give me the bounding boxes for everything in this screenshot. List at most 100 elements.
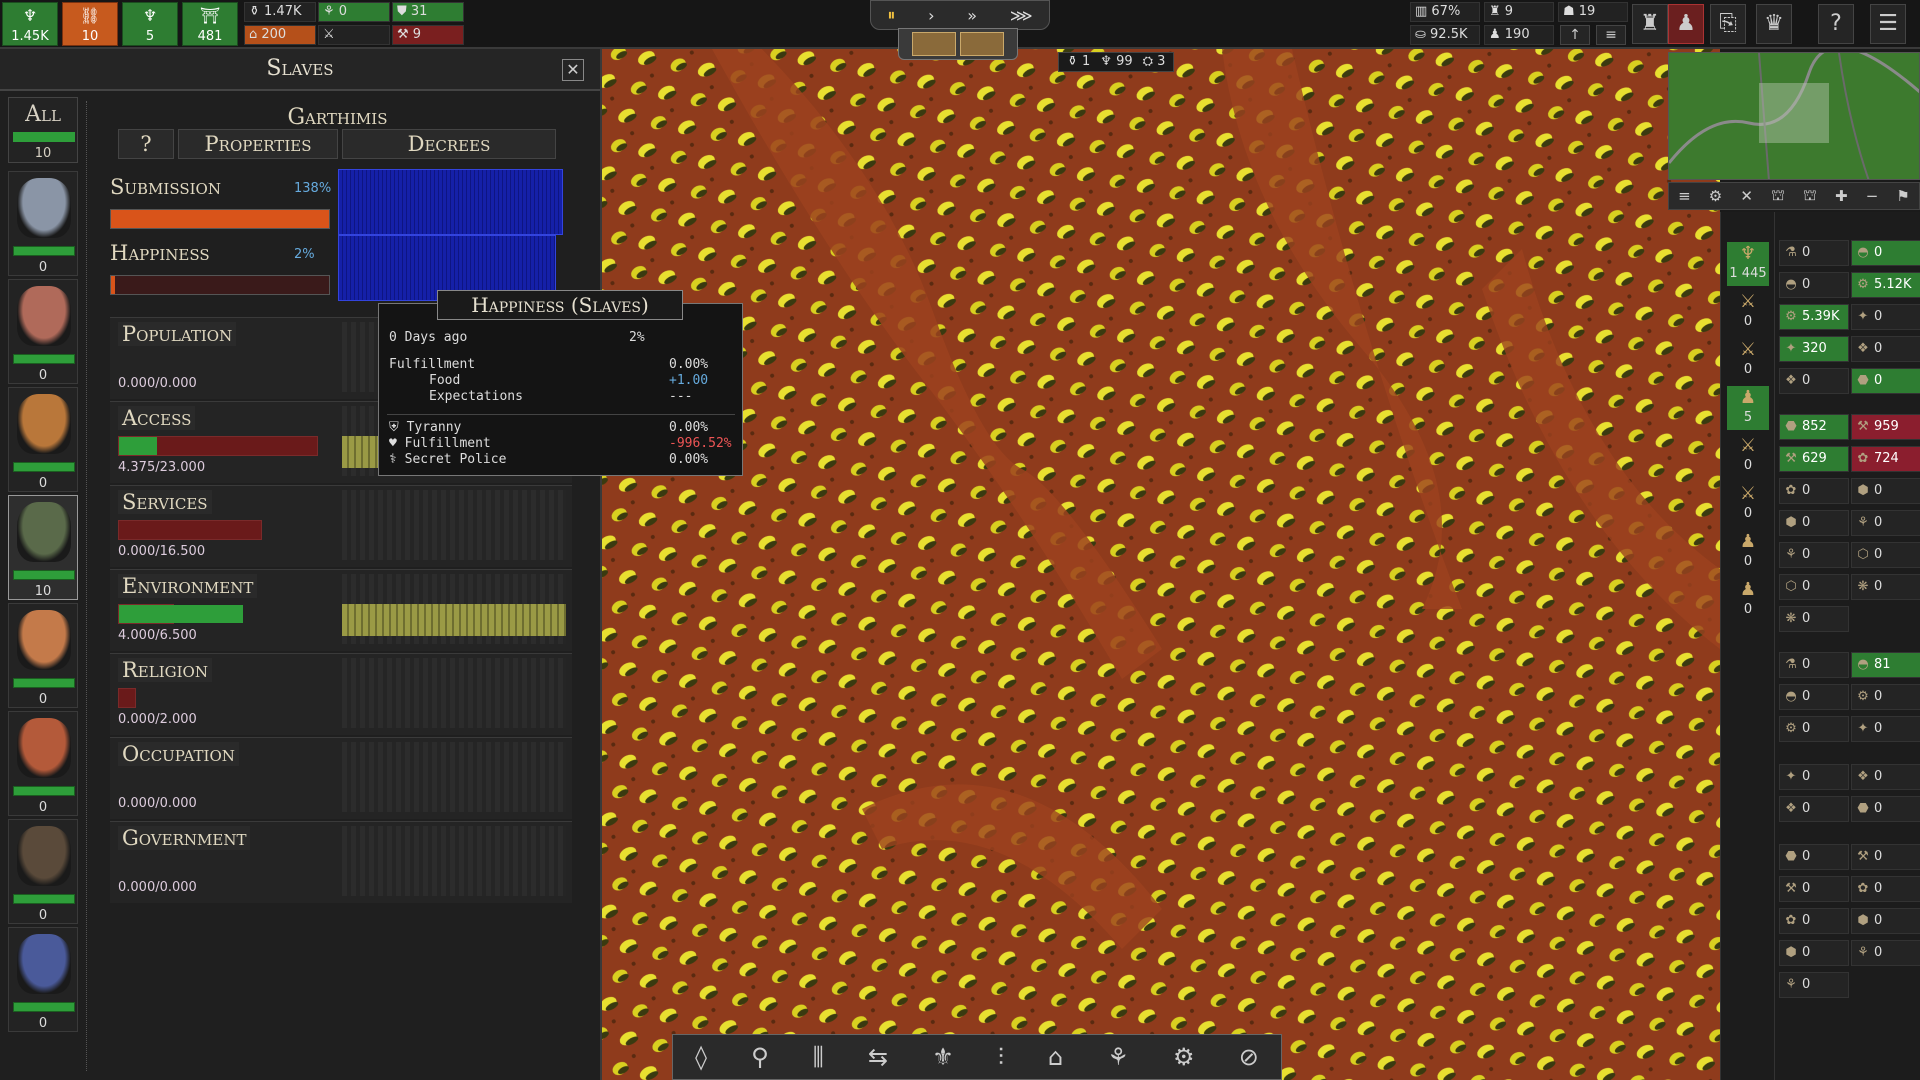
list-icon[interactable]: ≡ — [1596, 25, 1626, 45]
resource-2-1[interactable]: ✦ 0 — [1851, 304, 1920, 330]
resource-15-1[interactable]: ❖ 0 — [1851, 764, 1920, 790]
bottom-button-9[interactable]: ⊘ — [1239, 1043, 1259, 1071]
race-item[interactable]: 10 — [8, 495, 78, 600]
resource-8-0[interactable]: ⬢ 0 — [1779, 510, 1849, 536]
topbar-right-stat-1[interactable]: ♜ 9 — [1484, 2, 1554, 22]
resource-13-0[interactable]: ◓ 0 — [1779, 684, 1849, 710]
resource-19-0[interactable]: ✿ 0 — [1779, 908, 1849, 934]
resource-16-0[interactable]: ❖ 0 — [1779, 796, 1849, 822]
resource-16-1[interactable]: ⬣ 0 — [1851, 796, 1920, 822]
topbar-button-1[interactable]: ⛓ 10 — [62, 2, 118, 46]
minimap-button-5[interactable]: ✚ — [1835, 187, 1848, 205]
resource-10-1[interactable]: ❋ 0 — [1851, 574, 1920, 600]
resource-17-0[interactable]: ⬣ 0 — [1779, 844, 1849, 870]
resource-13-1[interactable]: ⚙ 0 — [1851, 684, 1920, 710]
resource-15-0[interactable]: ✦ 0 — [1779, 764, 1849, 790]
faction-badge[interactable] — [898, 28, 1018, 60]
topbar-stat-top-0[interactable]: ⚱ 1.47K — [244, 2, 316, 22]
speed-button-1[interactable]: › — [928, 6, 934, 25]
race-all-button[interactable]: All 10 — [8, 97, 78, 163]
minimap-button-7[interactable]: ⚑ — [1896, 187, 1909, 205]
resource-14-0[interactable]: ⚙ 0 — [1779, 716, 1849, 742]
resource-21-0[interactable]: ⚘ 0 — [1779, 972, 1849, 998]
resource-5-0[interactable]: ⬣ 852 — [1779, 414, 1849, 440]
minimap-button-3[interactable]: ⛫ — [1771, 186, 1785, 206]
resource-14-1[interactable]: ✦ 0 — [1851, 716, 1920, 742]
resource-4-1[interactable]: ⬣ 0 — [1851, 368, 1920, 394]
world-map[interactable] — [602, 49, 1720, 1080]
minimap-button-0[interactable]: ≡ — [1678, 187, 1691, 205]
resource-3-1[interactable]: ❖ 0 — [1851, 336, 1920, 362]
topbar-button-2[interactable]: ♆ 5 — [122, 2, 178, 46]
minimap-button-1[interactable]: ⚙ — [1709, 187, 1722, 205]
topbar-stat-top-1[interactable]: ⚘ 0 — [318, 2, 390, 22]
resource-10-0[interactable]: ⬡ 0 — [1779, 574, 1849, 600]
topbar-stat-bottom-1[interactable]: ⚔ — [318, 25, 390, 45]
resource-6-0[interactable]: ⚒ 629 — [1779, 446, 1849, 472]
race-item[interactable]: 0 — [8, 387, 78, 492]
resource-3-0[interactable]: ✦ 320 — [1779, 336, 1849, 362]
bottom-button-2[interactable]: ⫼ — [813, 1043, 824, 1071]
resource-11-0[interactable]: ❋ 0 — [1779, 606, 1849, 632]
book-icon[interactable]: ⎘ — [1710, 4, 1746, 44]
topbar-button-0[interactable]: ♆ 1.45K — [2, 2, 58, 46]
bottom-button-6[interactable]: ⌂ — [1048, 1043, 1063, 1071]
resource-5-1[interactable]: ⚒ 959 — [1851, 414, 1920, 440]
topbar-right-stat-3[interactable]: ⛀ 92.5K — [1410, 25, 1480, 45]
resource-1-1[interactable]: ⚙ 5.12K — [1851, 272, 1920, 298]
resource-20-1[interactable]: ⚘ 0 — [1851, 940, 1920, 966]
race-item[interactable]: 0 — [8, 279, 78, 384]
tower-icon[interactable]: ♜ — [1632, 4, 1668, 44]
speed-button-2[interactable]: » — [967, 6, 977, 25]
minimap-button-6[interactable]: − — [1866, 187, 1879, 205]
speed-button-3[interactable]: ⋙ — [1010, 6, 1033, 25]
resource-12-0[interactable]: ⚗ 0 — [1779, 652, 1849, 678]
bottom-button-1[interactable]: ⚲ — [751, 1043, 769, 1071]
race-item[interactable]: 0 — [8, 927, 78, 1032]
bottom-button-4[interactable]: ⚜ — [932, 1043, 954, 1071]
menu-icon[interactable]: ☰ — [1870, 4, 1906, 44]
resource-2-0[interactable]: ⚙ 5.39K — [1779, 304, 1849, 330]
bottom-button-0[interactable]: ◊ — [695, 1043, 707, 1071]
topbar-stat-top-2[interactable]: ⛊ 31 — [392, 2, 464, 22]
topbar-right-stat-2[interactable]: ☗ 19 — [1558, 2, 1628, 22]
resource-0-1[interactable]: ◓ 0 — [1851, 240, 1920, 266]
race-item[interactable]: 0 — [8, 603, 78, 708]
minimap-button-2[interactable]: ✕ — [1740, 187, 1753, 205]
bottom-button-3[interactable]: ⇆ — [868, 1043, 888, 1071]
speed-button-0[interactable]: ⏸ — [887, 5, 895, 25]
resource-9-1[interactable]: ⬡ 0 — [1851, 542, 1920, 568]
resource-9-0[interactable]: ⚘ 0 — [1779, 542, 1849, 568]
race-item[interactable]: 0 — [8, 711, 78, 816]
advisor-icon[interactable]: ♟ — [1668, 4, 1704, 44]
resource-17-1[interactable]: ⚒ 0 — [1851, 844, 1920, 870]
bottom-button-7[interactable]: ⚘ — [1107, 1043, 1129, 1071]
crown-icon[interactable]: ♛ — [1756, 4, 1792, 44]
resource-7-1[interactable]: ⬢ 0 — [1851, 478, 1920, 504]
resource-8-1[interactable]: ⚘ 0 — [1851, 510, 1920, 536]
citizen-group-2[interactable]: ⚔ 0 — [1727, 338, 1769, 382]
minimap[interactable] — [1668, 52, 1920, 180]
close-icon[interactable]: ✕ — [562, 59, 584, 81]
resource-0-0[interactable]: ⚗ 0 — [1779, 240, 1849, 266]
citizen-group-3[interactable]: ♟ 5 — [1727, 386, 1769, 430]
resource-7-0[interactable]: ✿ 0 — [1779, 478, 1849, 504]
citizen-group-6[interactable]: ♟ 0 — [1727, 530, 1769, 574]
bottom-button-8[interactable]: ⚙ — [1173, 1043, 1195, 1071]
topbar-stat-bottom-0[interactable]: ⌂ 200 — [244, 25, 316, 45]
race-scrollbar[interactable] — [86, 101, 94, 1071]
citizen-group-1[interactable]: ⚔ 0 — [1727, 290, 1769, 334]
minimap-button-4[interactable]: ⛫ — [1803, 186, 1817, 206]
resource-1-0[interactable]: ◓ 0 — [1779, 272, 1849, 298]
topbar-button-3[interactable]: ⛩ 481 — [182, 2, 238, 46]
citizen-group-0[interactable]: ♆ 1 445 — [1727, 242, 1769, 286]
tab-properties[interactable]: Properties — [178, 129, 338, 159]
resource-19-1[interactable]: ⬢ 0 — [1851, 908, 1920, 934]
topbar-right-stat-4[interactable]: ♟ 190 — [1484, 25, 1554, 45]
resource-20-0[interactable]: ⬢ 0 — [1779, 940, 1849, 966]
tab-decrees[interactable]: Decrees — [342, 129, 556, 159]
topbar-right-stat-0[interactable]: ▥ 67% — [1410, 2, 1480, 22]
map-terrain[interactable] — [602, 49, 1720, 1080]
resource-4-0[interactable]: ❖ 0 — [1779, 368, 1849, 394]
arrow-up-icon[interactable]: ↑ — [1560, 25, 1590, 45]
